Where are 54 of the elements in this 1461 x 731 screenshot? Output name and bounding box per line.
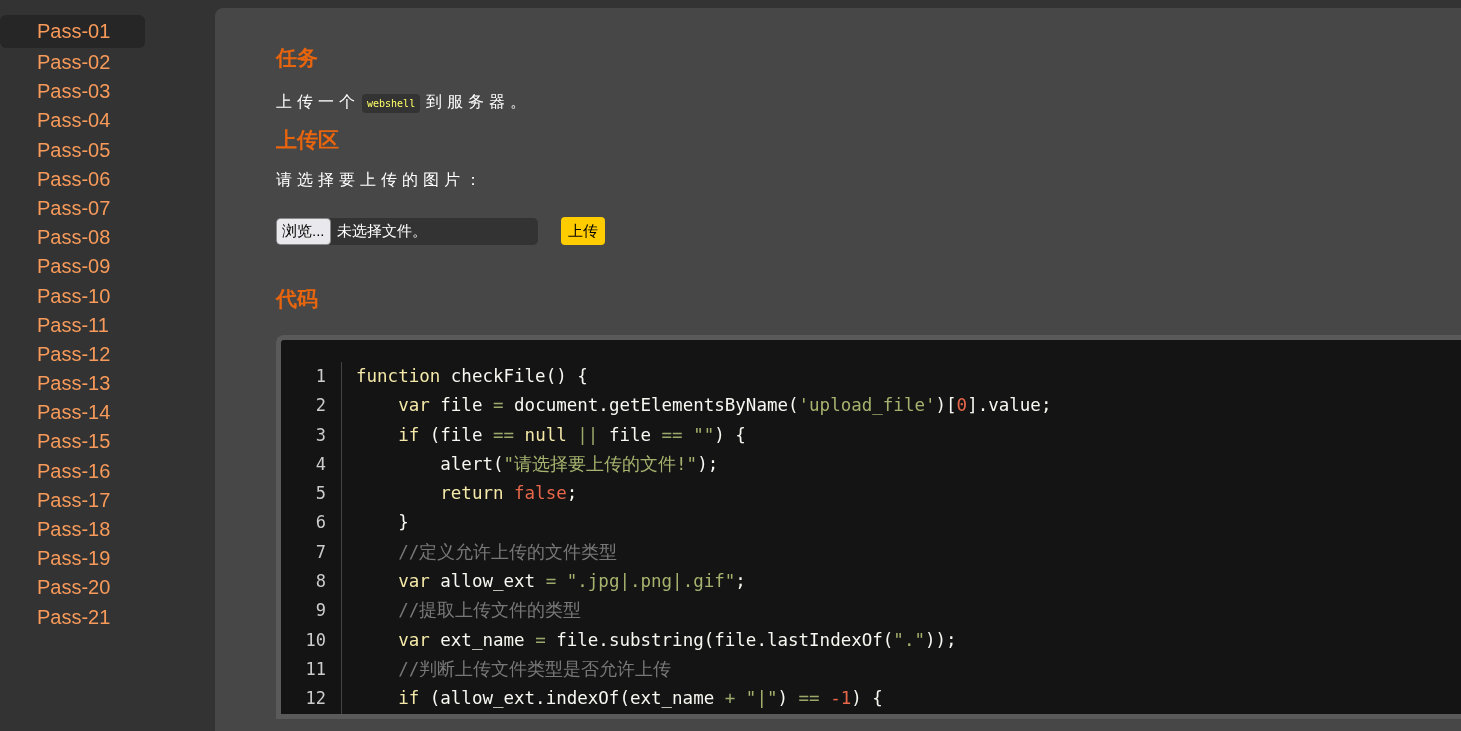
code-line: //提取上传文件的类型: [397, 599, 583, 623]
code-line: function checkFile() {: [356, 365, 589, 388]
line-number: 12: [304, 687, 327, 711]
task-text: 上传一个 webshell 到服务器。: [276, 90, 532, 116]
sidebar-item[interactable]: Pass-08: [0, 221, 145, 251]
upload-prompt: 请选择要上传的图片：: [276, 170, 486, 190]
file-input[interactable]: 浏览... 未选择文件。: [276, 217, 538, 245]
code-line: alert("请选择要上传的文件!");: [439, 452, 720, 476]
line-number: 7: [314, 540, 327, 564]
sidebar-item[interactable]: Pass-16: [0, 454, 145, 484]
sidebar-item[interactable]: Pass-17: [0, 483, 145, 513]
sidebar-item[interactable]: Pass-21: [0, 600, 145, 630]
sidebar-item[interactable]: Pass-09: [0, 250, 145, 280]
line-number: 11: [304, 657, 327, 681]
line-number: 9: [314, 599, 327, 623]
sidebar-item[interactable]: Pass-01: [0, 15, 145, 48]
sidebar-item[interactable]: Pass-07: [0, 191, 145, 222]
line-number: 8: [314, 570, 327, 594]
sidebar-item[interactable]: Pass-02: [0, 46, 145, 76]
section-heading: 上传区: [276, 127, 339, 153]
sidebar-item[interactable]: Pass-05: [0, 133, 145, 163]
sidebar-item[interactable]: Pass-20: [0, 571, 145, 601]
sidebar-item[interactable]: Pass-18: [0, 513, 145, 543]
code-line: return false;: [439, 482, 579, 506]
code-line: //定义允许上传的文件类型: [397, 540, 619, 564]
file-status: 未选择文件。: [336, 221, 427, 241]
sidebar-item[interactable]: Pass-11: [0, 308, 145, 338]
line-number: 5: [314, 482, 327, 506]
line-number: 1: [314, 365, 327, 388]
sidebar-item[interactable]: Pass-14: [0, 396, 145, 426]
sidebar-item[interactable]: Pass-04: [0, 104, 145, 134]
line-number: 3: [314, 423, 327, 447]
sidebar-item[interactable]: Pass-06: [0, 162, 145, 192]
line-number: 6: [314, 511, 327, 535]
line-number: 10: [304, 628, 327, 652]
code-line: var allow_ext = ".jpg|.png|.gif";: [397, 570, 747, 594]
code-line: var file = document.getElementsByName('upload_file')[0].value;: [397, 394, 1052, 418]
sidebar-item[interactable]: Pass-13: [0, 367, 145, 397]
line-number: 2: [314, 394, 327, 418]
line-number: 4: [314, 452, 327, 476]
code-line: var ext_name = file.substring(file.lastIndexOf("."));: [397, 628, 958, 652]
browse-button[interactable]: 浏览...: [276, 217, 331, 245]
sidebar-item[interactable]: Pass-19: [0, 542, 145, 572]
code-line: //判断上传文件类型是否允许上传: [397, 657, 673, 681]
sidebar-item[interactable]: Pass-03: [0, 75, 145, 105]
code-line: if (allow_ext.indexOf(ext_name + "|") == -1) {: [397, 687, 884, 711]
upload-button[interactable]: 上传: [561, 217, 605, 245]
section-heading: 代码: [276, 286, 318, 312]
section-heading: 任务: [276, 45, 318, 71]
sidebar-item[interactable]: Pass-12: [0, 337, 145, 368]
code-line: if (file == null || file == "") {: [397, 423, 747, 447]
code-line: }: [397, 511, 410, 535]
sidebar-item[interactable]: Pass-15: [0, 425, 145, 455]
sidebar-item[interactable]: Pass-10: [0, 279, 145, 309]
